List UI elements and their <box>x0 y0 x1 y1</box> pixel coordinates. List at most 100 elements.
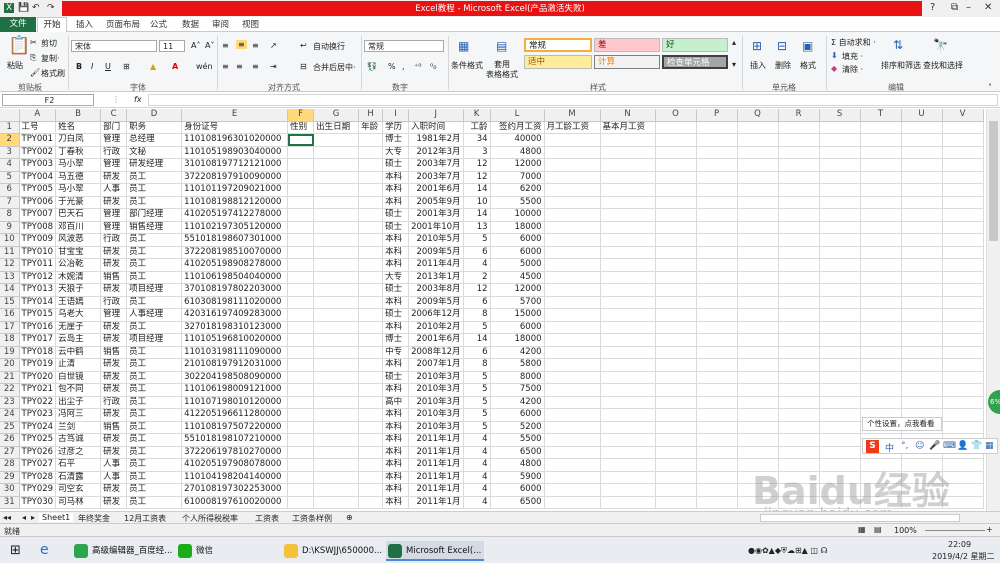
row-header[interactable]: 22 <box>0 383 20 397</box>
ime-emoji-icon[interactable]: ☺ <box>915 441 924 451</box>
cell[interactable] <box>860 308 902 322</box>
cell[interactable]: 研发 <box>100 408 128 422</box>
cell[interactable]: 高中 <box>382 396 410 409</box>
ime-keyboard-icon[interactable]: ⌨ <box>943 441 956 451</box>
cell[interactable]: 硕士 <box>382 221 410 234</box>
cell[interactable] <box>942 183 984 197</box>
ime-voice-icon[interactable]: 🎤 <box>929 441 940 451</box>
cell[interactable]: TPY024 <box>19 421 57 434</box>
cell[interactable]: 2011年1月 <box>408 496 464 509</box>
cell[interactable]: 370108197802203000 <box>181 283 289 297</box>
cell[interactable] <box>778 346 820 359</box>
cell[interactable] <box>737 296 779 309</box>
cell[interactable]: 10000 <box>490 208 545 222</box>
cell[interactable] <box>696 346 738 359</box>
cell[interactable]: 石清露 <box>55 471 102 484</box>
cell[interactable] <box>696 333 738 347</box>
spreadsheet-grid[interactable]: A B C D E F G H I J K L M N O P Q R S T U V 1 工号 姓名 部门 职务 身份证号 性别 出生日… <box>0 109 986 511</box>
cell[interactable]: 员工 <box>126 396 183 409</box>
cell[interactable] <box>358 133 384 147</box>
cell[interactable]: 研发 <box>100 358 128 372</box>
clear-icon[interactable]: ◆ <box>831 64 837 73</box>
cell[interactable]: TPY001 <box>19 133 57 147</box>
cell[interactable] <box>778 258 820 272</box>
cell[interactable]: 白世镜 <box>55 371 102 384</box>
cell[interactable] <box>696 308 738 322</box>
cell[interactable]: TPY006 <box>19 196 57 209</box>
cell[interactable] <box>860 171 902 184</box>
row-header[interactable]: 27 <box>0 446 20 459</box>
cell[interactable]: 本科 <box>382 496 410 509</box>
cell[interactable] <box>655 371 697 384</box>
cell[interactable]: TPY011 <box>19 258 57 272</box>
cell[interactable]: 2003年7月 <box>408 158 464 172</box>
paste-button[interactable]: 粘贴 <box>7 60 23 71</box>
cell[interactable] <box>600 221 656 234</box>
cell[interactable] <box>819 233 861 247</box>
cell[interactable] <box>313 371 360 384</box>
cell[interactable] <box>600 333 656 347</box>
cell[interactable]: 销售经理 <box>126 221 183 234</box>
cell[interactable] <box>655 271 697 284</box>
format-table-button[interactable]: 套用 表格格式 <box>486 60 518 80</box>
cell[interactable] <box>287 271 315 284</box>
cell[interactable] <box>737 308 779 322</box>
cell[interactable] <box>544 458 601 472</box>
cell[interactable] <box>287 221 315 234</box>
cell[interactable] <box>600 483 656 497</box>
cell[interactable] <box>819 308 861 322</box>
styles-more-icon[interactable]: ▾ <box>732 60 736 69</box>
italic-button[interactable]: I <box>91 62 93 71</box>
cell[interactable] <box>942 246 984 259</box>
cell[interactable] <box>287 246 315 259</box>
fill-icon[interactable]: ⬇ <box>831 51 838 60</box>
conditional-format-icon[interactable]: ▦ <box>458 40 469 52</box>
cell[interactable]: 本科 <box>382 446 410 459</box>
cell[interactable] <box>696 458 738 472</box>
cell[interactable] <box>600 408 656 422</box>
cell[interactable]: 硕士 <box>382 208 410 222</box>
cell[interactable] <box>778 283 820 297</box>
paste-icon[interactable]: 📋 <box>8 37 30 55</box>
cell[interactable]: 420316197409283000 <box>181 308 289 322</box>
cell[interactable]: 5500 <box>490 196 545 209</box>
cell[interactable]: 员工 <box>126 421 183 434</box>
cell[interactable]: 员工 <box>126 446 183 459</box>
cell[interactable] <box>287 458 315 472</box>
row-header[interactable]: 11 <box>0 246 20 259</box>
taskbar-app-wechat[interactable]: 微信 <box>176 541 224 561</box>
cell[interactable] <box>737 433 779 447</box>
cell[interactable] <box>819 196 861 209</box>
row-header[interactable]: 6 <box>0 183 20 197</box>
cell[interactable] <box>901 283 943 297</box>
cell[interactable]: 研发 <box>100 171 128 184</box>
cell[interactable] <box>287 208 315 222</box>
cell[interactable] <box>358 208 384 222</box>
row-header[interactable]: 12 <box>0 258 20 272</box>
cell[interactable]: 硕士 <box>382 158 410 172</box>
cell[interactable]: TPY026 <box>19 446 57 459</box>
cell[interactable] <box>655 258 697 272</box>
cell[interactable] <box>655 283 697 297</box>
cell[interactable]: 2001年10月 <box>408 221 464 234</box>
cell[interactable] <box>942 371 984 384</box>
cell[interactable] <box>737 158 779 172</box>
cell[interactable] <box>819 221 861 234</box>
cell[interactable]: 研发 <box>100 371 128 384</box>
minimize-icon[interactable]: – <box>966 2 971 13</box>
style-bad[interactable]: 差 <box>594 38 660 52</box>
delete-cells-icon[interactable]: ⊟ <box>777 40 787 52</box>
cell[interactable]: 6000 <box>490 408 545 422</box>
align-left-icon[interactable]: ≡ <box>222 62 229 71</box>
cell[interactable] <box>778 371 820 384</box>
cell[interactable] <box>313 258 360 272</box>
column-title-cell[interactable] <box>778 121 820 134</box>
cell[interactable] <box>655 146 697 159</box>
cell[interactable]: 乌老大 <box>55 308 102 322</box>
cell[interactable] <box>600 371 656 384</box>
cell[interactable]: 2010年2月 <box>408 321 464 334</box>
cell[interactable]: 110105196810020000 <box>181 333 289 347</box>
column-header-B[interactable]: B <box>55 109 102 122</box>
cell[interactable]: 马五德 <box>55 171 102 184</box>
cell[interactable]: 410205198908278000 <box>181 258 289 272</box>
